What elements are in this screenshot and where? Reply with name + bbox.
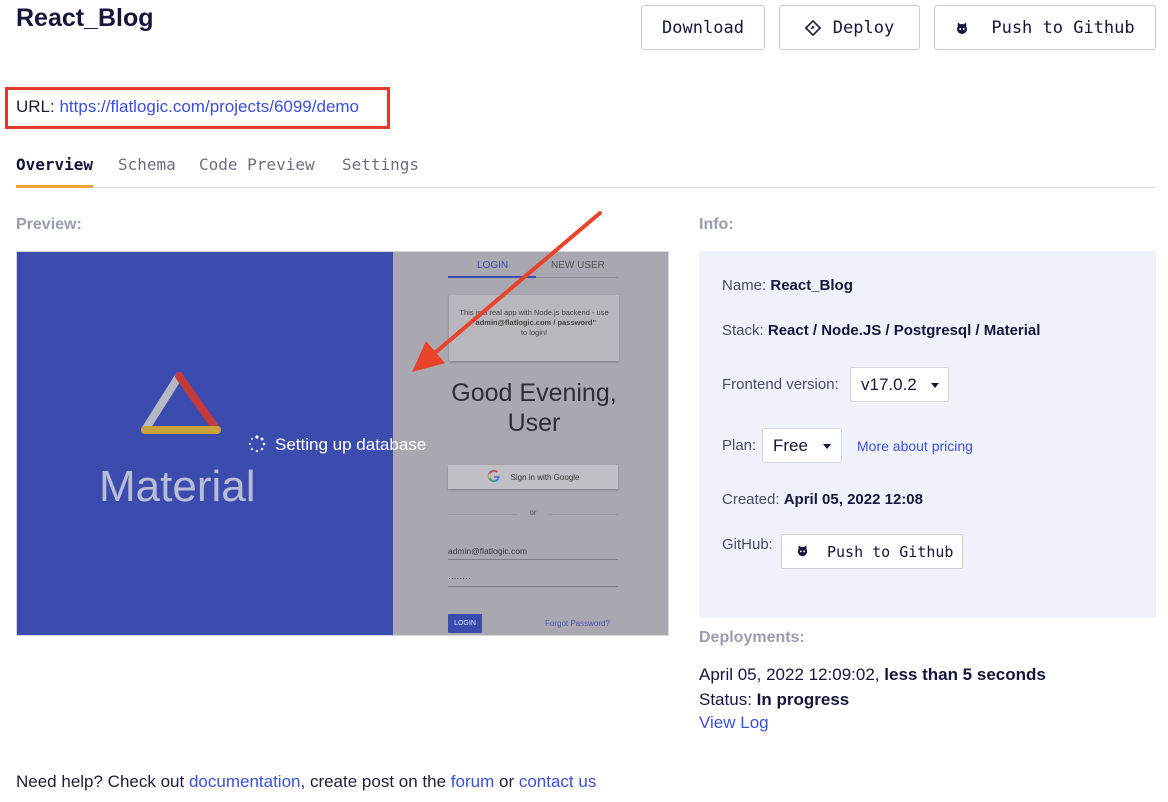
help-middle: , create post on the [300,772,447,791]
info-plan-label: Plan: [722,437,757,454]
preview-forgot-link: Forgot Password? [545,619,610,628]
loading-status-text: Setting up database [275,435,427,454]
deployment-date: April 05, 2022 12:09:02, [699,665,880,684]
info-frontend-label: Frontend version: [722,376,839,393]
page-title: React_Blog [16,4,154,32]
frontend-version-value: v17.0.2 [861,374,917,394]
info-created-label: Created: [722,491,780,508]
push-to-github-button[interactable]: Push to Github [934,5,1156,50]
github-icon [955,21,969,35]
diamond-arrow-icon [804,19,821,36]
tab-schema[interactable]: Schema [118,154,176,188]
demo-url-link[interactable]: https://flatlogic.com/projects/6099/demo [59,97,359,116]
info-name-row: Name: React_Blog [722,277,853,294]
loading-spinner-icon [248,435,266,458]
info-stack-row: Stack: React / Node.JS / Postgresql / Ma… [722,322,1040,339]
preview-password-field: ········ [448,573,618,587]
url-label: URL: [16,97,55,116]
tab-settings[interactable]: Settings [342,154,419,188]
info-github-label: GitHub: [722,536,773,553]
info-push-button-label: Push to Github [827,542,954,561]
info-stack-label: Stack: [722,322,764,339]
info-stack-value: React / Node.JS / Postgresql / Material [767,322,1041,339]
preview-or-text: or [529,508,537,517]
preview-greeting-line2: User [507,409,561,437]
deployment-status-value: In progress [756,690,850,709]
forum-link[interactable]: forum [451,772,494,791]
info-panel: Name: React_Blog Stack: React / Node.JS … [699,251,1156,618]
preview-login-button: LOGIN [448,614,482,633]
chevron-down-icon [931,383,939,388]
plan-select[interactable]: Free [762,428,842,463]
chevron-down-icon [823,444,831,449]
download-button-label: Download [662,17,744,38]
push-button-label: Push to Github [991,17,1135,38]
preview-greeting: Good Evening, User [423,378,645,438]
help-prefix: Need help? Check out [16,772,185,791]
info-label: Info: [699,216,734,233]
deployment-status-label: Status: [699,690,752,709]
deployment-status-row: Status: In progress [699,690,849,710]
preview-label: Preview: [16,216,82,233]
url-line: URL: https://flatlogic.com/projects/6099… [16,97,359,117]
github-icon [796,543,809,561]
help-or: or [498,772,515,791]
frontend-version-select[interactable]: v17.0.2 [850,367,949,402]
deploy-button[interactable]: Deploy [779,5,920,50]
preview-google-label: Sign in with Google [510,472,580,482]
deploy-button-label: Deploy [832,17,895,38]
deployment-duration: less than 5 seconds [884,665,1046,684]
info-created-value: April 05, 2022 12:08 [783,491,923,508]
deployment-time-row: April 05, 2022 12:09:02, less than 5 sec… [699,665,1046,685]
annotation-arrow-icon [412,211,602,372]
tab-overview[interactable]: Overview [16,154,94,188]
help-footer: Need help? Check out documentation, crea… [16,772,596,792]
deployments-label: Deployments: [699,629,805,646]
pricing-link[interactable]: More about pricing [857,438,973,454]
info-name-label: Name: [722,277,767,294]
tab-code-preview[interactable]: Code Preview [199,154,315,188]
info-name-value: React_Blog [770,277,853,294]
triangle-logo-icon [139,370,225,441]
tab-bar: Overview Schema Code Preview Settings [16,154,1156,188]
view-log-link[interactable]: View Log [699,713,769,733]
contact-us-link[interactable]: contact us [519,772,597,791]
preview-or-divider-right [548,514,618,515]
download-button[interactable]: Download [641,5,765,50]
info-push-to-github-button[interactable]: Push to Github [781,534,963,569]
plan-value: Free [773,435,808,455]
info-created-row: Created: April 05, 2022 12:08 [722,491,923,508]
google-logo-icon [487,469,501,485]
preview-brand-text: Material [99,462,256,511]
preview-email-field: admin@flatlogic.com [448,546,618,560]
preview-google-button: Sign in with Google [448,465,618,489]
documentation-link[interactable]: documentation [189,772,301,791]
